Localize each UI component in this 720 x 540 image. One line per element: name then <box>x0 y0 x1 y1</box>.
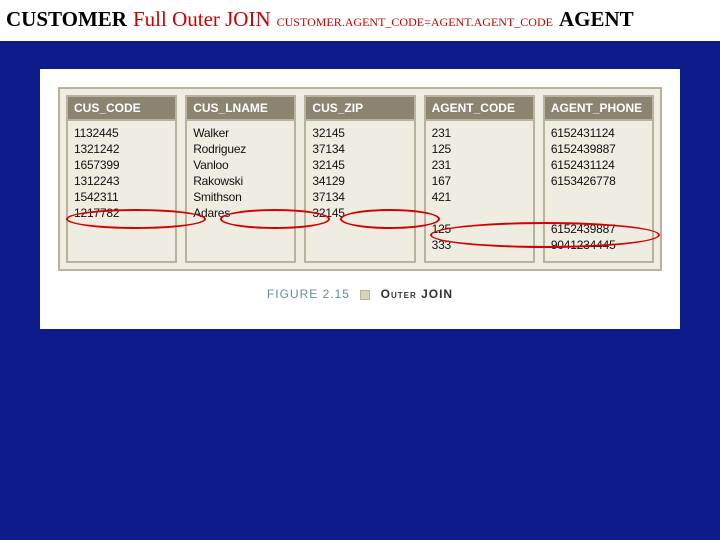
table-cell <box>551 189 646 205</box>
table-column: CUS_ZIP321453713432145341293713432145 <box>304 95 415 263</box>
table-cell <box>312 237 407 253</box>
column-header: CUS_LNAME <box>187 97 294 121</box>
column-header: CUS_ZIP <box>306 97 413 121</box>
column-body: 6152431124615243988761524311246153426778… <box>545 121 652 261</box>
table-cell: 333 <box>432 237 527 253</box>
table-cell: 125 <box>432 221 527 237</box>
table-cell <box>432 205 527 221</box>
table-cell: 1542311 <box>74 189 169 205</box>
caption-box-icon <box>360 290 370 300</box>
table-cell <box>551 205 646 221</box>
table-cell <box>312 221 407 237</box>
table-cell: 231 <box>432 125 527 141</box>
table-cell: 421 <box>432 189 527 205</box>
table-cell: 32145 <box>312 125 407 141</box>
table-column: AGENT_PHONE61524311246152439887615243112… <box>543 95 654 263</box>
table-cell: 37134 <box>312 189 407 205</box>
table-cell: 1312243 <box>74 173 169 189</box>
table-cell: 167 <box>432 173 527 189</box>
table-cell <box>193 221 288 237</box>
table-cell: Rakowski <box>193 173 288 189</box>
table-cell: 6152431124 <box>551 125 646 141</box>
column-header: AGENT_CODE <box>426 97 533 121</box>
figure-area: CUS_CODE11324451321242165739913122431542… <box>40 69 680 329</box>
table-cell: Walker <box>193 125 288 141</box>
column-body: 1132445132124216573991312243154231112177… <box>68 121 175 261</box>
table-cell: 125 <box>432 141 527 157</box>
figure-title: Outer JOIN <box>381 287 453 301</box>
table-cell: Rodriguez <box>193 141 288 157</box>
table-cell: 6152439887 <box>551 221 646 237</box>
column-body: 321453713432145341293713432145 <box>306 121 413 261</box>
table-cell: 32145 <box>312 157 407 173</box>
table-cell: 1321242 <box>74 141 169 157</box>
table-column: CUS_LNAMEWalkerRodriguezVanlooRakowskiSm… <box>185 95 296 263</box>
column-header: CUS_CODE <box>68 97 175 121</box>
figure-caption: FIGURE 2.15 Outer JOIN <box>58 287 662 301</box>
title-left: CUSTOMER <box>6 8 127 31</box>
table-cell <box>74 237 169 253</box>
table-cell: 9041234445 <box>551 237 646 253</box>
column-body: WalkerRodriguezVanlooRakowskiSmithsonAda… <box>187 121 294 261</box>
table-cell: 1132445 <box>74 125 169 141</box>
table-cell: Smithson <box>193 189 288 205</box>
table-cell: 32145 <box>312 205 407 221</box>
table-cell: 37134 <box>312 141 407 157</box>
table-cell: 6152431124 <box>551 157 646 173</box>
table-cell: 231 <box>432 157 527 173</box>
table-cell <box>193 237 288 253</box>
slide-title: CUSTOMER Full Outer JOIN CUSTOMER.AGENT_… <box>0 0 720 41</box>
result-table: CUS_CODE11324451321242165739913122431542… <box>58 87 662 271</box>
title-right: AGENT <box>559 8 634 31</box>
table-cell: 6153426778 <box>551 173 646 189</box>
figure-number: FIGURE 2.15 <box>267 287 350 301</box>
table-column: CUS_CODE11324451321242165739913122431542… <box>66 95 177 263</box>
table-cell: 6152439887 <box>551 141 646 157</box>
table-cell: Vanloo <box>193 157 288 173</box>
table-column: AGENT_CODE231125231167421 125333 <box>424 95 535 263</box>
table-cell: 34129 <box>312 173 407 189</box>
title-join: Full Outer JOIN <box>133 8 271 31</box>
column-body: 231125231167421 125333 <box>426 121 533 261</box>
table-cell: Adares <box>193 205 288 221</box>
table-cell: 1217782 <box>74 205 169 221</box>
title-condition: CUSTOMER.AGENT_CODE=AGENT.AGENT_CODE <box>277 16 553 29</box>
table-cell: 1657399 <box>74 157 169 173</box>
column-header: AGENT_PHONE <box>545 97 652 121</box>
table-cell <box>74 221 169 237</box>
